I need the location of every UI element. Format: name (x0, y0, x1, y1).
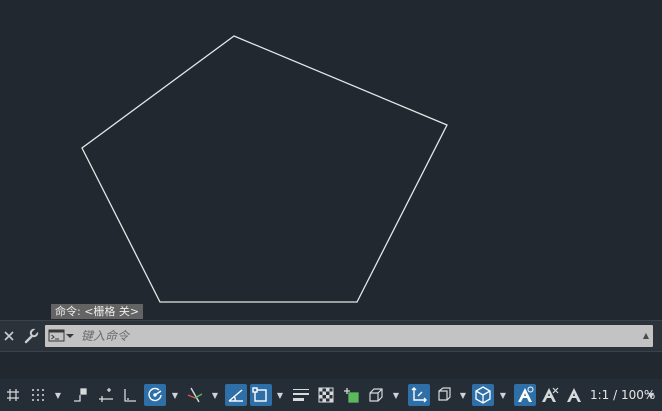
ortho-mode-icon[interactable] (120, 384, 140, 406)
polar-tracking-icon[interactable] (144, 384, 166, 406)
grid-display-icon[interactable] (3, 384, 23, 406)
command-line-bar: 键入命令 ▲ (0, 320, 662, 351)
command-input[interactable]: 键入命令 (81, 325, 129, 347)
selection-cycling-icon[interactable] (340, 384, 362, 406)
gizmo-icon[interactable] (472, 384, 494, 406)
object-snap-tracking-icon[interactable] (225, 384, 247, 406)
chevron-down-icon (66, 334, 74, 338)
status-bar: ▼ ▼ ▼ ▼ ▼ ▼ ▼ 1:1 / 100% ▼ (0, 379, 662, 411)
lineweight-icon[interactable] (290, 384, 312, 406)
filter-dropdown-icon[interactable]: ▼ (458, 384, 468, 406)
object-snap-icon[interactable] (250, 384, 272, 406)
drawing-canvas[interactable] (0, 0, 662, 320)
close-icon[interactable] (2, 321, 16, 351)
chevron-up-icon[interactable]: ▲ (643, 325, 649, 347)
dynamic-input-icon[interactable] (95, 384, 117, 406)
pentagon-polyline[interactable] (81, 35, 448, 303)
command-history-text: 命令: <栅格 关> (51, 304, 144, 319)
wrench-icon[interactable] (22, 321, 40, 351)
scale-dropdown-icon[interactable]: ▼ (646, 384, 656, 406)
infer-constraints-icon[interactable] (70, 384, 90, 406)
polar-dropdown-icon[interactable]: ▼ (170, 384, 180, 406)
osnap-dropdown-icon[interactable]: ▼ (275, 384, 285, 406)
snap-mode-icon[interactable] (28, 384, 48, 406)
isodraft-dropdown-icon[interactable]: ▼ (210, 384, 220, 406)
command-input-field[interactable]: 键入命令 ▲ (45, 325, 653, 347)
command-prompt-icon[interactable] (48, 328, 78, 344)
layout-tabs-area (0, 351, 662, 379)
annotation-visibility-icon[interactable] (514, 384, 536, 406)
3dosnap-dropdown-icon[interactable]: ▼ (391, 384, 401, 406)
dynamic-ucs-icon[interactable] (408, 384, 430, 406)
isometric-drafting-icon[interactable] (184, 384, 206, 406)
transparency-icon[interactable] (315, 384, 337, 406)
gizmo-dropdown-icon[interactable]: ▼ (498, 384, 508, 406)
auto-scale-icon[interactable] (539, 384, 561, 406)
3d-object-snap-icon[interactable] (365, 384, 387, 406)
annotation-scale-icon[interactable] (563, 384, 585, 406)
snap-dropdown-icon[interactable]: ▼ (53, 384, 63, 406)
selection-filtering-icon[interactable] (433, 384, 455, 406)
